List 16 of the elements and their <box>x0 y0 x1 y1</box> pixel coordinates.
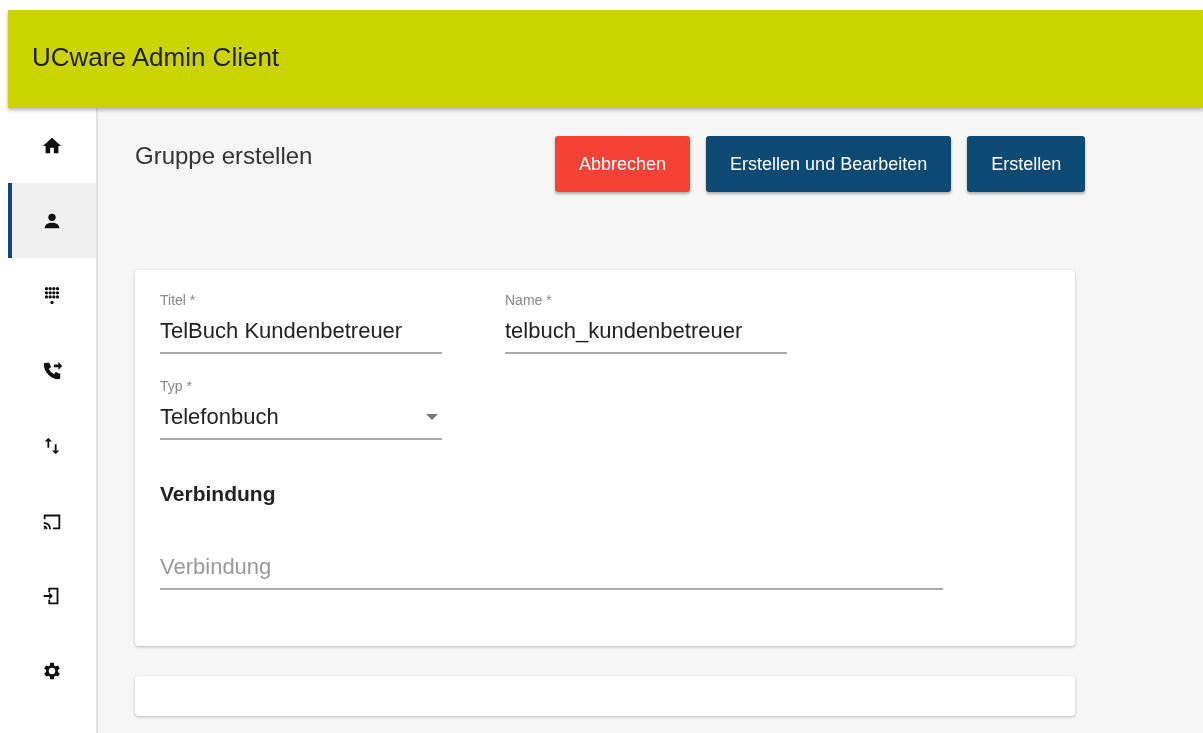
caret-icon <box>426 414 438 420</box>
action-button[interactable]: Erstellen <box>967 136 1086 192</box>
action-button[interactable]: Erstellen und Bearbeiten <box>706 136 952 192</box>
field-label: Name * <box>505 292 553 310</box>
field-label: Titel * <box>160 292 197 310</box>
section-heading: Verbindung <box>160 482 277 506</box>
input-field[interactable]: telbuch_kundenbetreuer <box>505 310 787 354</box>
field-label: Typ * <box>160 378 193 396</box>
app-title: UCware Admin Client <box>32 41 280 73</box>
nav-item[interactable] <box>8 183 96 258</box>
input-field[interactable]: TelBuch Kundenbetreuer <box>160 310 442 354</box>
type-dropdown[interactable]: Telefonbuch <box>160 396 442 440</box>
page-title: Gruppe erstellen <box>135 142 314 170</box>
cancel-button[interactable]: Abbrechen <box>555 136 691 192</box>
phone-arrow-icon <box>41 359 63 382</box>
input-field[interactable]: Verbindung <box>160 546 943 590</box>
